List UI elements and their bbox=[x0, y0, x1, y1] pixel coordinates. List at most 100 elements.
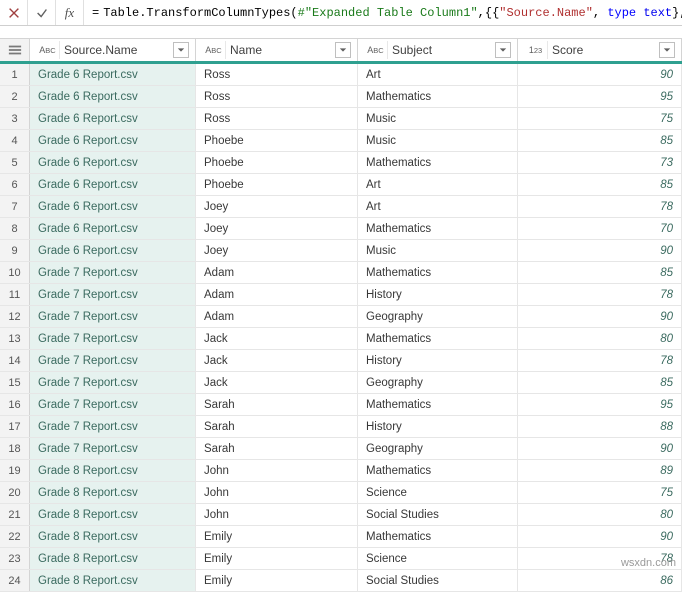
table-row[interactable]: 23Grade 8 Report.csvEmilyScience78 bbox=[0, 548, 682, 570]
cancel-formula-button[interactable] bbox=[0, 0, 28, 25]
filter-button[interactable] bbox=[659, 42, 675, 58]
cell-subject[interactable]: Geography bbox=[358, 438, 518, 459]
table-row[interactable]: 12Grade 7 Report.csvAdamGeography90 bbox=[0, 306, 682, 328]
row-number[interactable]: 21 bbox=[0, 504, 30, 525]
cell-name[interactable]: Sarah bbox=[196, 438, 358, 459]
cell-name[interactable]: Sarah bbox=[196, 416, 358, 437]
cell-source-name[interactable]: Grade 6 Report.csv bbox=[30, 196, 196, 217]
cell-name[interactable]: John bbox=[196, 504, 358, 525]
row-number[interactable]: 16 bbox=[0, 394, 30, 415]
cell-subject[interactable]: Geography bbox=[358, 306, 518, 327]
cell-subject[interactable]: Social Studies bbox=[358, 570, 518, 591]
row-number[interactable]: 7 bbox=[0, 196, 30, 217]
table-row[interactable]: 5Grade 6 Report.csvPhoebeMathematics73 bbox=[0, 152, 682, 174]
table-row[interactable]: 22Grade 8 Report.csvEmilyMathematics90 bbox=[0, 526, 682, 548]
row-number[interactable]: 13 bbox=[0, 328, 30, 349]
row-number[interactable]: 8 bbox=[0, 218, 30, 239]
cell-source-name[interactable]: Grade 6 Report.csv bbox=[30, 152, 196, 173]
cell-source-name[interactable]: Grade 6 Report.csv bbox=[30, 86, 196, 107]
cell-name[interactable]: Adam bbox=[196, 262, 358, 283]
cell-score[interactable]: 89 bbox=[518, 460, 682, 481]
table-row[interactable]: 2Grade 6 Report.csvRossMathematics95 bbox=[0, 86, 682, 108]
cell-name[interactable]: Emily bbox=[196, 526, 358, 547]
cell-source-name[interactable]: Grade 8 Report.csv bbox=[30, 460, 196, 481]
cell-score[interactable]: 75 bbox=[518, 482, 682, 503]
cell-score[interactable]: 90 bbox=[518, 64, 682, 85]
cell-score[interactable]: 85 bbox=[518, 262, 682, 283]
table-row[interactable]: 17Grade 7 Report.csvSarahHistory88 bbox=[0, 416, 682, 438]
cell-subject[interactable]: Music bbox=[358, 108, 518, 129]
cell-subject[interactable]: History bbox=[358, 416, 518, 437]
cell-name[interactable]: Emily bbox=[196, 548, 358, 569]
row-number[interactable]: 6 bbox=[0, 174, 30, 195]
cell-source-name[interactable]: Grade 7 Report.csv bbox=[30, 306, 196, 327]
row-number[interactable]: 22 bbox=[0, 526, 30, 547]
table-row[interactable]: 20Grade 8 Report.csvJohnScience75 bbox=[0, 482, 682, 504]
cell-name[interactable]: Joey bbox=[196, 240, 358, 261]
filter-button[interactable] bbox=[335, 42, 351, 58]
cell-score[interactable]: 95 bbox=[518, 86, 682, 107]
cell-name[interactable]: Sarah bbox=[196, 394, 358, 415]
row-number[interactable]: 9 bbox=[0, 240, 30, 261]
cell-subject[interactable]: Mathematics bbox=[358, 526, 518, 547]
cell-score[interactable]: 73 bbox=[518, 152, 682, 173]
table-row[interactable]: 6Grade 6 Report.csvPhoebeArt85 bbox=[0, 174, 682, 196]
table-row[interactable]: 11Grade 7 Report.csvAdamHistory78 bbox=[0, 284, 682, 306]
table-row[interactable]: 18Grade 7 Report.csvSarahGeography90 bbox=[0, 438, 682, 460]
cell-subject[interactable]: Mathematics bbox=[358, 394, 518, 415]
table-row[interactable]: 4Grade 6 Report.csvPhoebeMusic85 bbox=[0, 130, 682, 152]
cell-name[interactable]: Joey bbox=[196, 218, 358, 239]
cell-source-name[interactable]: Grade 8 Report.csv bbox=[30, 504, 196, 525]
table-row[interactable]: 19Grade 8 Report.csvJohnMathematics89 bbox=[0, 460, 682, 482]
table-row[interactable]: 8Grade 6 Report.csvJoeyMathematics70 bbox=[0, 218, 682, 240]
row-number[interactable]: 5 bbox=[0, 152, 30, 173]
column-header-subject[interactable]: ABC Subject bbox=[358, 39, 518, 61]
cell-subject[interactable]: Mathematics bbox=[358, 328, 518, 349]
cell-subject[interactable]: History bbox=[358, 284, 518, 305]
filter-button[interactable] bbox=[173, 42, 189, 58]
cell-name[interactable]: Joey bbox=[196, 196, 358, 217]
row-number[interactable]: 4 bbox=[0, 130, 30, 151]
cell-score[interactable]: 80 bbox=[518, 328, 682, 349]
commit-formula-button[interactable] bbox=[28, 0, 56, 25]
cell-score[interactable]: 90 bbox=[518, 438, 682, 459]
cell-source-name[interactable]: Grade 6 Report.csv bbox=[30, 130, 196, 151]
cell-score[interactable]: 90 bbox=[518, 526, 682, 547]
table-row[interactable]: 13Grade 7 Report.csvJackMathematics80 bbox=[0, 328, 682, 350]
cell-score[interactable]: 85 bbox=[518, 130, 682, 151]
cell-subject[interactable]: Mathematics bbox=[358, 86, 518, 107]
cell-source-name[interactable]: Grade 7 Report.csv bbox=[30, 394, 196, 415]
table-row[interactable]: 7Grade 6 Report.csvJoeyArt78 bbox=[0, 196, 682, 218]
column-header-name[interactable]: ABC Name bbox=[196, 39, 358, 61]
cell-source-name[interactable]: Grade 6 Report.csv bbox=[30, 240, 196, 261]
cell-subject[interactable]: Art bbox=[358, 64, 518, 85]
cell-name[interactable]: John bbox=[196, 460, 358, 481]
cell-subject[interactable]: Mathematics bbox=[358, 460, 518, 481]
cell-subject[interactable]: Science bbox=[358, 548, 518, 569]
row-number[interactable]: 12 bbox=[0, 306, 30, 327]
cell-source-name[interactable]: Grade 6 Report.csv bbox=[30, 218, 196, 239]
formula-input[interactable]: = Table.TransformColumnTypes(#"Expanded … bbox=[84, 0, 682, 25]
cell-name[interactable]: Phoebe bbox=[196, 130, 358, 151]
column-header-score[interactable]: 123 Score bbox=[518, 39, 682, 61]
row-number[interactable]: 18 bbox=[0, 438, 30, 459]
cell-source-name[interactable]: Grade 8 Report.csv bbox=[30, 548, 196, 569]
table-row[interactable]: 14Grade 7 Report.csvJackHistory78 bbox=[0, 350, 682, 372]
cell-subject[interactable]: Social Studies bbox=[358, 504, 518, 525]
cell-source-name[interactable]: Grade 7 Report.csv bbox=[30, 438, 196, 459]
row-number[interactable]: 11 bbox=[0, 284, 30, 305]
cell-subject[interactable]: Mathematics bbox=[358, 152, 518, 173]
table-row[interactable]: 1Grade 6 Report.csvRossArt90 bbox=[0, 64, 682, 86]
cell-subject[interactable]: Music bbox=[358, 240, 518, 261]
cell-source-name[interactable]: Grade 6 Report.csv bbox=[30, 174, 196, 195]
table-row[interactable]: 24Grade 8 Report.csvEmilySocial Studies8… bbox=[0, 570, 682, 592]
row-number[interactable]: 20 bbox=[0, 482, 30, 503]
cell-source-name[interactable]: Grade 7 Report.csv bbox=[30, 328, 196, 349]
row-number[interactable]: 17 bbox=[0, 416, 30, 437]
cell-name[interactable]: Emily bbox=[196, 570, 358, 591]
cell-subject[interactable]: Geography bbox=[358, 372, 518, 393]
cell-score[interactable]: 90 bbox=[518, 306, 682, 327]
select-all-corner[interactable] bbox=[0, 39, 30, 61]
filter-button[interactable] bbox=[495, 42, 511, 58]
cell-name[interactable]: Ross bbox=[196, 108, 358, 129]
